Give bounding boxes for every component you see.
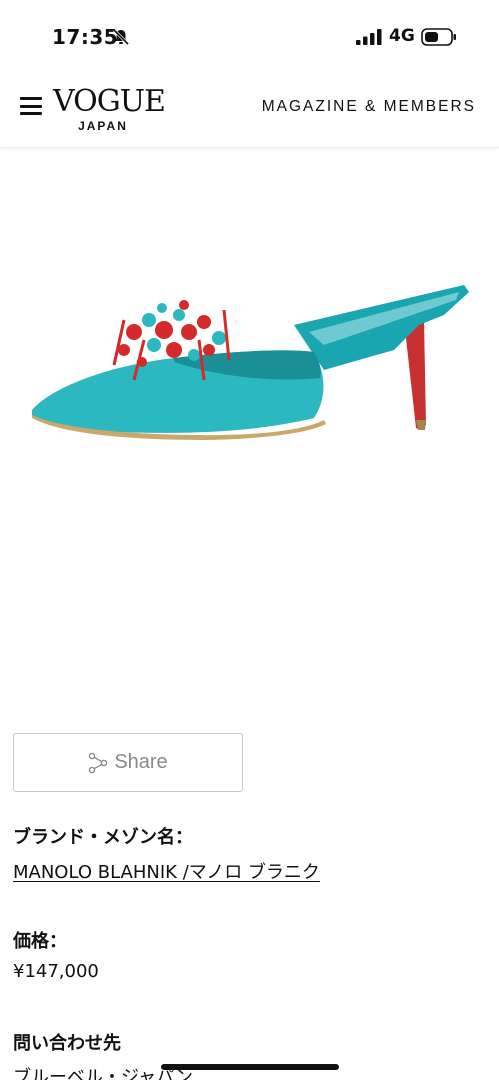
home-indicator (161, 1064, 339, 1070)
vogue-japan-logo[interactable]: VOGUE JAPAN (53, 84, 166, 134)
network-label: 4G (389, 26, 415, 46)
brand-link[interactable]: MANOLO BLAHNIK /マノロ ブラニク (13, 862, 320, 883)
price-label: 価格： (13, 931, 67, 952)
price-value: ¥147,000 (13, 961, 99, 982)
logo-sub: JAPAN (78, 119, 128, 133)
share-icon (89, 752, 108, 773)
status-time: 17:35 (52, 25, 119, 49)
battery-icon (421, 28, 456, 46)
magazine-members-link[interactable]: MAGAZINE & MEMBERS (262, 98, 476, 116)
share-label: Share (114, 751, 168, 773)
contact-label: 問い合わせ先 (13, 1033, 121, 1054)
bell-slash-icon (112, 28, 130, 46)
site-header: VOGUE JAPAN MAGAZINE & MEMBERS (0, 72, 499, 148)
cellular-signal-icon (356, 29, 382, 45)
brand-label: ブランド・メゾン名： (13, 827, 193, 848)
hamburger-menu-icon[interactable] (20, 97, 42, 115)
product-image (32, 285, 469, 440)
logo-main: VOGUE (53, 84, 166, 119)
status-bar: 17:35 4G (0, 0, 499, 72)
brand-value[interactable]: MANOLO BLAHNIK /マノロ ブラニク (13, 858, 320, 884)
share-button[interactable]: Share (13, 733, 243, 792)
